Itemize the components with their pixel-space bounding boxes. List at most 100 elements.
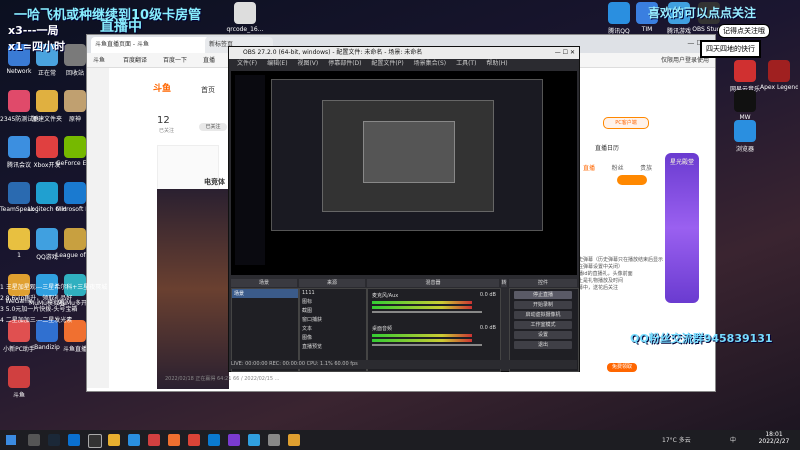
dock-header-sources: 来源	[299, 279, 365, 287]
qq-taskbar-icon[interactable]	[128, 434, 140, 446]
overlay-bubble: 记得点关注哦	[718, 24, 770, 38]
app3-taskbar-icon[interactable]	[248, 434, 260, 446]
source-item[interactable]: 1111	[300, 289, 366, 297]
desktop-icon-icon	[36, 136, 58, 158]
douyu-taskbar-icon[interactable]	[168, 434, 180, 446]
login-banner-button[interactable]: 免费领取	[607, 363, 637, 372]
desktop-icon-icon	[36, 228, 58, 250]
event-banner[interactable]: 星光殿堂	[665, 153, 699, 303]
bookmark-3[interactable]: 直播	[203, 55, 215, 64]
overlay-live: 直播中	[100, 19, 142, 35]
edge-icon[interactable]	[208, 434, 220, 446]
obs-preview[interactable]	[231, 71, 577, 275]
nested-preview-3	[363, 121, 455, 183]
virtual-camera-button[interactable]: 启动虚拟摄像机	[514, 311, 572, 319]
overlay-note: 2 8.6vip再升，领取礼品好	[0, 295, 73, 302]
chat-line: 以上是礼物播放及时间	[573, 278, 624, 284]
side-tab-0[interactable]: 直播	[583, 165, 595, 172]
desktop-icon-icon	[734, 60, 756, 82]
overlay-note: 3 5.0元加一片快拨-头号宝箱	[0, 306, 78, 313]
desktop-icon-icon	[734, 120, 756, 142]
follow-label: 已关注	[159, 128, 175, 134]
scene-item[interactable]: 场景	[232, 289, 298, 298]
source-item[interactable]: 图像	[300, 333, 366, 342]
app4-taskbar-icon[interactable]	[268, 434, 280, 446]
side-tab-1[interactable]: 粉丝	[612, 165, 624, 172]
obs-menu-docks[interactable]: 停靠部件(D)	[328, 60, 361, 67]
stream-thumbnail[interactable]	[157, 189, 229, 389]
source-item[interactable]: 直播预览	[300, 342, 366, 351]
desktop-icon[interactable]: Apex Legends	[760, 60, 798, 91]
desktop-icon[interactable]: qrcode_16...	[226, 2, 264, 33]
obs-menu-scenes[interactable]: 场景集合(S)	[414, 60, 447, 67]
chat-line: 主播id的直播礼，头像前面	[573, 271, 633, 277]
side-tab-2[interactable]: 贵族	[640, 165, 652, 172]
taskbar: 17°C 多云 中 18:01 2022/2/27	[0, 430, 800, 450]
desktop-icon[interactable]: 斗鱼	[0, 366, 38, 399]
obs-menu-edit[interactable]: 编辑(E)	[267, 60, 287, 67]
dock-header-controls: 控件	[509, 279, 577, 287]
bookmark-1[interactable]: 百度翻译	[123, 55, 147, 64]
obs-menu-view[interactable]: 视图(V)	[297, 60, 318, 67]
mixer-track-name: 麦克风/Aux	[372, 293, 399, 299]
source-item[interactable]: 图标	[300, 297, 366, 306]
desktop-icon-icon	[608, 2, 630, 24]
pc-client-button[interactable]: PC客户端	[603, 117, 649, 129]
obs-menu-tools[interactable]: 工具(T)	[456, 60, 476, 67]
desktop-icon-icon	[64, 44, 86, 66]
obs-window[interactable]: OBS 27.2.0 (64-bit, windows) - 配置文件: 未命名…	[228, 46, 580, 372]
desktop-icon-icon	[8, 136, 30, 158]
follow-button[interactable]: 已关注	[199, 123, 227, 131]
teams-icon[interactable]	[68, 434, 80, 446]
steam-icon[interactable]	[48, 434, 60, 446]
windows-start-icon[interactable]	[6, 435, 16, 445]
search-icon[interactable]	[28, 434, 40, 446]
obs-taskbar-icon[interactable]	[88, 434, 102, 448]
bookmark-2[interactable]: 百度一下	[163, 55, 187, 64]
bookmark-0[interactable]: 斗鱼	[93, 55, 105, 64]
studio-mode-button[interactable]: 工作室模式	[514, 321, 572, 329]
mixer-track-db: 0.0 dB	[479, 292, 496, 298]
source-item[interactable]: 截图	[300, 306, 366, 315]
obs-menu-file[interactable]: 文件(F)	[237, 60, 257, 67]
overlay-badge: 四天四地的快行	[700, 40, 761, 58]
start-recording-button[interactable]: 开始录制	[514, 301, 572, 309]
desktop-icon-icon	[36, 90, 58, 112]
desktop-icon-icon	[8, 182, 30, 204]
obs-window-controls[interactable]: — ☐ ✕	[555, 47, 575, 59]
clock[interactable]: 18:01 2022/2/27	[752, 431, 796, 445]
desktop-icon[interactable]: 网易云音乐	[726, 60, 764, 93]
exit-button[interactable]: 退出	[514, 341, 572, 349]
mixer-slider[interactable]	[372, 311, 482, 313]
app5-taskbar-icon[interactable]	[288, 434, 300, 446]
overlay-notes: 1 三星加星观---三星希尔科+三星夜冥城 2 8.6vip再升，领取礼品好 3…	[0, 282, 140, 326]
mixer-meter	[372, 306, 472, 309]
site-logo[interactable]: 斗鱼	[153, 81, 171, 94]
app2-taskbar-icon[interactable]	[228, 434, 240, 446]
nav-home[interactable]: 首页	[201, 85, 215, 95]
weather-text[interactable]: 17°C 多云	[662, 435, 691, 444]
ime-lang[interactable]: 中	[730, 435, 736, 444]
settings-button[interactable]: 设置	[514, 331, 572, 339]
side-action-button[interactable]	[617, 175, 647, 185]
mixer-slider[interactable]	[372, 344, 482, 346]
overlay-line3: x1=四小时	[8, 40, 65, 53]
category-label: 电竞体	[204, 178, 225, 186]
browser-tab-douyu[interactable]: 斗鱼直播页面 - 斗鱼	[91, 37, 209, 53]
source-item[interactable]: 窗口捕获	[300, 315, 366, 324]
chrome-icon[interactable]	[188, 434, 200, 446]
desktop-icon[interactable]: MW	[726, 90, 764, 121]
source-item[interactable]: 文本	[300, 324, 366, 333]
obs-menu-help[interactable]: 帮助(H)	[486, 60, 507, 67]
explorer-icon[interactable]	[108, 434, 120, 446]
dock-header-mixer: 混音器	[367, 279, 499, 287]
desktop-icon-icon	[8, 366, 30, 388]
desktop-icon-label: qrcode_16...	[226, 26, 264, 33]
stop-streaming-button[interactable]: 停止直播	[514, 291, 572, 299]
obs-menu-profile[interactable]: 配置文件(P)	[371, 60, 403, 67]
desktop-icon-icon	[734, 90, 756, 112]
desktop-icon[interactable]: 浏览器	[726, 120, 764, 153]
mixer-meter	[372, 334, 472, 337]
desktop-icon-icon	[8, 228, 30, 250]
app-taskbar-icon[interactable]	[148, 434, 160, 446]
